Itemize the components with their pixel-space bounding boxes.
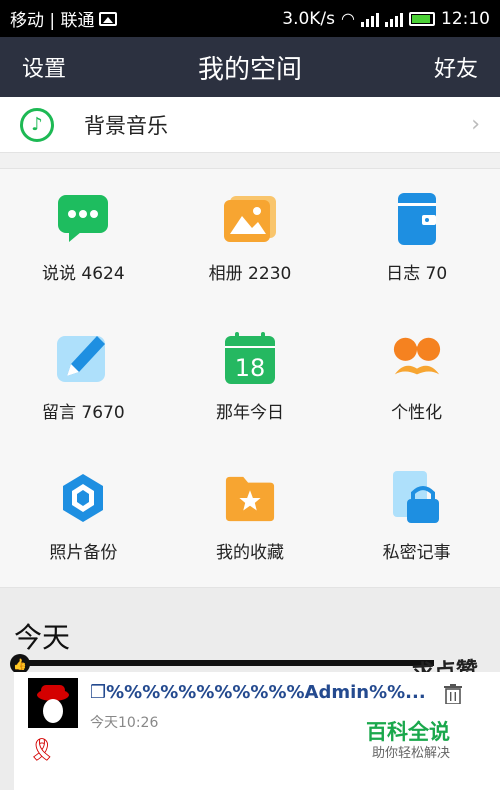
photo-album-icon xyxy=(223,193,276,245)
grid-item-shuoshuo[interactable]: 说说 4624 xyxy=(0,169,167,308)
feed-post[interactable]: ❒%%%%%%%%%%%Admin%%... 今天10:26 🎗 百科全说 助你… xyxy=(14,672,500,790)
grid-item-on-this-day[interactable]: 18 那年今日 xyxy=(167,308,334,447)
calendar-day: 18 xyxy=(235,354,266,382)
chat-bubble-icon xyxy=(57,193,109,245)
favorites-folder-icon xyxy=(224,472,276,524)
network-speed: 3.0K/s xyxy=(282,8,336,29)
image-notification-icon xyxy=(98,11,117,26)
post-time: 今天10:26 xyxy=(90,715,159,731)
feature-grid: 说说 4624 相册 2230 日志 70 留言 7670 18 那年今日 个性… xyxy=(0,168,500,588)
grid-label: 照片备份 xyxy=(49,542,118,563)
grid-label: 私密记事 xyxy=(382,542,451,563)
signal-icon xyxy=(361,11,379,27)
timeline-divider xyxy=(14,660,434,666)
grid-label: 日志 70 xyxy=(386,264,448,285)
watermark-subtitle: 助你轻松解决 xyxy=(372,746,451,761)
chevron-right-icon: › xyxy=(471,112,480,137)
grid-item-personalize[interactable]: 个性化 xyxy=(333,308,500,447)
grid-item-diary[interactable]: 日志 70 xyxy=(333,169,500,308)
ribbon-badge-icon: 🎗 xyxy=(28,738,56,763)
grid-label: 留言 7670 xyxy=(41,403,125,424)
background-music-label: 背景音乐 xyxy=(84,113,168,138)
post-title[interactable]: ❒%%%%%%%%%%%Admin%%... xyxy=(90,682,430,703)
wifi-icon: ◠ xyxy=(341,9,355,28)
battery-icon xyxy=(409,11,435,26)
private-note-icon xyxy=(391,470,443,524)
pen-message-icon xyxy=(57,332,109,384)
friends-button[interactable]: 好友 xyxy=(434,51,478,83)
grid-item-photo-backup[interactable]: 照片备份 xyxy=(0,448,167,587)
trash-icon[interactable] xyxy=(444,684,462,705)
grid-item-messages[interactable]: 留言 7670 xyxy=(0,308,167,447)
nav-bar: 设置 我的空间 好友 xyxy=(0,37,500,97)
thumbs-up-icon: 👍 xyxy=(10,654,30,674)
music-note-icon: ♪ xyxy=(20,107,54,142)
diary-icon xyxy=(391,193,443,246)
signal-icon-2 xyxy=(385,11,403,27)
clock: 12:10 xyxy=(441,8,490,29)
grid-label: 那年今日 xyxy=(215,403,284,424)
grid-label: 个性化 xyxy=(391,403,443,424)
settings-button[interactable]: 设置 xyxy=(22,51,66,83)
grid-item-album[interactable]: 相册 2230 xyxy=(167,169,334,308)
carrier-text: 移动 | 联通 xyxy=(10,11,95,31)
grid-item-private-notes[interactable]: 私密记事 xyxy=(333,448,500,587)
avatar[interactable] xyxy=(28,678,78,728)
background-music-row[interactable]: ♪ 背景音乐 › xyxy=(0,97,500,153)
grid-label: 相册 2230 xyxy=(208,264,292,285)
mustache-glasses-icon xyxy=(391,332,443,384)
section-title: 今天 xyxy=(14,621,71,654)
photo-backup-icon xyxy=(57,472,109,524)
page-title: 我的空间 xyxy=(197,54,303,85)
grid-label: 说说 4624 xyxy=(41,264,125,285)
status-bar: 移动 | 联通 3.0K/s ◠ 12:10 xyxy=(0,0,500,37)
calendar-icon: 18 xyxy=(224,332,276,385)
grid-label: 我的收藏 xyxy=(215,542,284,563)
grid-item-favorites[interactable]: 我的收藏 xyxy=(167,448,334,587)
